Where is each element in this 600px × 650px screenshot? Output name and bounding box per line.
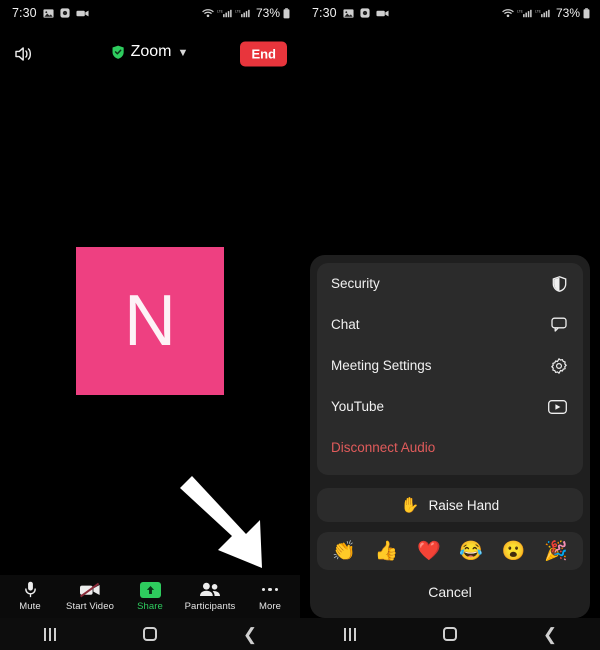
toolbar-item-share[interactable]: Share	[120, 575, 180, 618]
status-bar-right-group: LTE LTE 73%	[202, 6, 290, 20]
photo-icon	[343, 8, 354, 19]
cancel-label: Cancel	[428, 584, 472, 600]
toolbar-label-share: Share	[137, 601, 163, 612]
menu-label-disconnect-audio: Disconnect Audio	[331, 440, 436, 455]
youtube-play-icon	[548, 399, 567, 414]
end-button[interactable]: End	[240, 41, 287, 67]
toolbar-label-mute: Mute	[19, 601, 41, 612]
menu-label-chat: Chat	[331, 317, 360, 332]
shield-icon	[552, 275, 567, 292]
wifi-icon	[202, 8, 214, 18]
more-dots-icon	[261, 581, 279, 598]
signal-bars-icon: LTE	[517, 8, 532, 18]
reaction-heart-icon[interactable]: ❤️	[417, 542, 441, 561]
svg-text:LTE: LTE	[517, 9, 524, 13]
back-button[interactable]: ❮	[520, 618, 580, 650]
phone-screen-right: 7:30 LTE LTE 73% Security Chat Meeting S…	[300, 0, 600, 650]
status-bar-right: 7:30 LTE LTE 73%	[300, 0, 600, 26]
meeting-title-group[interactable]: Zoom ▼	[112, 43, 189, 61]
avatar-letter: N	[124, 281, 176, 361]
toolbar-item-mute[interactable]: Mute	[0, 575, 60, 618]
chevron-down-icon[interactable]: ▼	[178, 47, 189, 59]
video-camera-icon	[76, 9, 89, 18]
signal-bars-icon: LTE	[217, 8, 232, 18]
speech-bubble-icon	[551, 317, 567, 332]
raise-hand-button[interactable]: ✋ Raise Hand	[317, 488, 583, 522]
status-bar-left: 7:30 LTE LTE 73%	[0, 0, 300, 26]
android-nav-bar-right: ❮	[300, 618, 600, 650]
signal-bars-icon: LTE	[235, 8, 250, 18]
cancel-button[interactable]: Cancel	[310, 575, 590, 609]
reaction-thumbs-up-icon[interactable]: 👍	[375, 542, 399, 561]
shield-check-icon	[112, 45, 125, 59]
menu-card: Security Chat Meeting Settings YouTube D…	[317, 263, 583, 475]
microphone-icon	[24, 581, 37, 598]
avatar: N	[76, 247, 224, 395]
android-nav-bar-left: ❮	[0, 618, 300, 650]
back-button[interactable]: ❮	[220, 618, 280, 650]
more-action-sheet: Security Chat Meeting Settings YouTube D…	[310, 255, 590, 618]
home-button[interactable]	[420, 618, 480, 650]
battery-icon	[583, 7, 590, 19]
menu-item-meeting-settings[interactable]: Meeting Settings	[317, 345, 583, 386]
toolbar-label-start-video: Start Video	[66, 601, 114, 612]
toolbar-item-start-video[interactable]: Start Video	[60, 575, 120, 618]
battery-percent: 73%	[555, 6, 580, 20]
toolbar-item-participants[interactable]: Participants	[180, 575, 240, 618]
people-icon	[199, 581, 221, 598]
gear-icon	[551, 357, 567, 374]
battery-icon	[283, 7, 290, 19]
recents-button[interactable]	[20, 618, 80, 650]
menu-label-meeting-settings: Meeting Settings	[331, 358, 432, 373]
phone-screen-left: 7:30 LTE LTE 73% Zoom ▼ End N Mute Start…	[0, 0, 300, 650]
status-bar-left-group: 7:30	[12, 6, 89, 20]
speaker-icon[interactable]	[14, 46, 35, 63]
battery-percent: 73%	[255, 6, 280, 20]
meeting-top-bar: Zoom ▼ End	[0, 33, 300, 75]
share-up-arrow-icon	[139, 581, 161, 598]
menu-item-chat[interactable]: Chat	[317, 304, 583, 345]
svg-text:LTE: LTE	[535, 9, 542, 13]
status-time: 7:30	[312, 6, 337, 20]
reaction-joy-icon[interactable]: 😂	[459, 542, 483, 561]
reaction-open-mouth-icon[interactable]: 😮	[502, 542, 526, 561]
raise-hand-label: Raise Hand	[428, 497, 500, 513]
toolbar-item-more[interactable]: More	[240, 575, 300, 618]
video-camera-icon	[376, 9, 389, 18]
reaction-clap-icon[interactable]: 👏	[332, 542, 356, 561]
status-bar-left-group: 7:30	[312, 6, 389, 20]
recents-button[interactable]	[320, 618, 380, 650]
video-off-icon	[78, 581, 102, 598]
photo-icon	[43, 8, 54, 19]
status-bar-right-group: LTE LTE 73%	[502, 6, 590, 20]
menu-label-youtube: YouTube	[331, 399, 385, 414]
camera-record-icon	[60, 8, 70, 18]
menu-item-security[interactable]: Security	[317, 263, 583, 304]
signal-bars-icon: LTE	[535, 8, 550, 18]
status-time: 7:30	[12, 6, 37, 20]
wifi-icon	[502, 8, 514, 18]
emoji-reaction-row: 👏 👍 ❤️ 😂 😮 🎉	[317, 532, 583, 570]
meeting-toolbar: Mute Start Video Share Participants More	[0, 575, 300, 618]
home-button[interactable]	[120, 618, 180, 650]
toolbar-label-participants: Participants	[184, 601, 236, 612]
meeting-title: Zoom	[130, 43, 172, 60]
raised-hand-icon: ✋	[400, 496, 420, 514]
camera-record-icon	[360, 8, 370, 18]
menu-item-disconnect-audio[interactable]: Disconnect Audio	[317, 427, 583, 468]
menu-item-youtube[interactable]: YouTube	[317, 386, 583, 427]
video-stage[interactable]: N	[0, 75, 300, 575]
svg-text:LTE: LTE	[235, 9, 242, 13]
screenshot-root: 7:30 LTE LTE 73% Zoom ▼ End N Mute Start…	[0, 0, 600, 650]
reaction-party-popper-icon[interactable]: 🎉	[544, 542, 568, 561]
toolbar-label-more: More	[258, 601, 282, 612]
menu-label-security: Security	[331, 276, 380, 291]
svg-text:LTE: LTE	[217, 9, 224, 13]
